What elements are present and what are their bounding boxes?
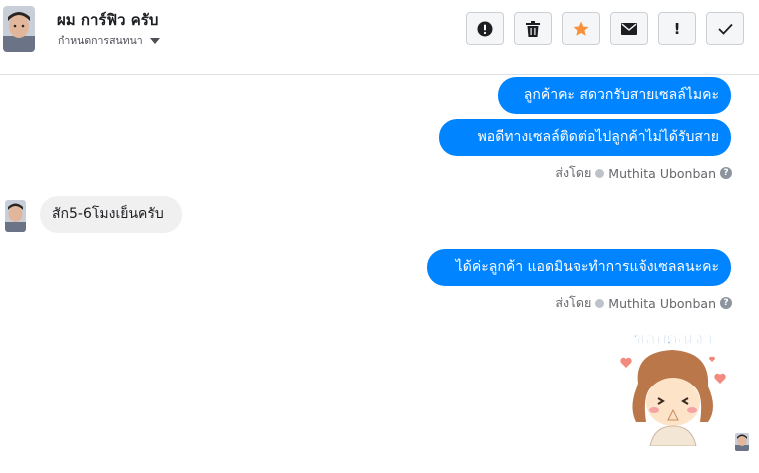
envelope-icon bbox=[621, 22, 637, 35]
contact-name: ผม การ์ฟิว ครับ bbox=[57, 11, 159, 29]
sent-by-info: ส่งโดย Muthita Ubonban ? bbox=[555, 293, 732, 313]
read-receipt-avatar bbox=[735, 433, 749, 451]
sent-by-info: ส่งโดย Muthita Ubonban ? bbox=[555, 163, 732, 183]
sent-by-agent[interactable]: Muthita Ubonban bbox=[608, 166, 716, 181]
check-circle-icon bbox=[595, 298, 605, 308]
caret-down-icon bbox=[149, 37, 160, 44]
report-button[interactable] bbox=[466, 12, 504, 45]
help-icon[interactable]: ? bbox=[720, 297, 732, 309]
sent-by-prefix: ส่งโดย bbox=[555, 295, 592, 310]
incoming-message[interactable]: สัก5-6โมงเย็นครับ bbox=[40, 196, 182, 233]
contact-avatar[interactable] bbox=[3, 6, 35, 52]
delete-button[interactable] bbox=[514, 12, 552, 45]
mail-button[interactable] bbox=[610, 12, 648, 45]
contact-avatar-small[interactable] bbox=[5, 200, 26, 232]
sent-by-prefix: ส่งโดย bbox=[555, 165, 592, 180]
sent-by-agent[interactable]: Muthita Ubonban bbox=[608, 296, 716, 311]
important-button-label: ! bbox=[673, 19, 681, 38]
conversation-schedule-label: กำหนดการสนทนา bbox=[58, 35, 143, 47]
conversation-header: ผม การ์ฟิว ครับ กำหนดการสนทนา ! bbox=[0, 0, 759, 75]
star-icon bbox=[573, 21, 589, 36]
check-circle-icon bbox=[595, 168, 605, 178]
star-button[interactable] bbox=[562, 12, 600, 45]
outgoing-message[interactable]: พอดีทางเซลล์ติดต่อไปลูกค้าไม่ได้รับสาย bbox=[439, 119, 731, 156]
sticker-caption: ขอบคุณจ้า bbox=[633, 329, 712, 349]
outgoing-message[interactable]: ได้ค่ะลูกค้า แอดมินจะทำการแจ้งเซลลนะคะ bbox=[427, 249, 731, 286]
conversation-schedule-dropdown[interactable]: กำหนดการสนทนา bbox=[58, 32, 160, 49]
alert-circle-icon bbox=[477, 21, 493, 36]
checkmark-icon bbox=[717, 23, 733, 35]
thank-you-sticker[interactable]: ขอบคุณจ้า bbox=[614, 322, 732, 447]
important-button[interactable]: ! bbox=[658, 12, 696, 45]
done-button[interactable] bbox=[706, 12, 744, 45]
help-icon[interactable]: ? bbox=[720, 167, 732, 179]
outgoing-message[interactable]: ลูกค้าคะ สดวกรับสายเซลล์ไมคะ bbox=[498, 77, 731, 114]
trash-icon bbox=[526, 20, 540, 37]
